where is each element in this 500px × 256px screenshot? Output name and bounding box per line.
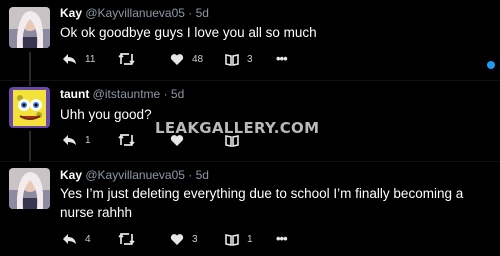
retweet-icon <box>118 232 135 246</box>
tweet-3[interactable]: Kay @Kayvillanueva05 · 5d Yes I’m just d… <box>0 162 500 256</box>
tweet-text: Yes I’m just deleting everything due to … <box>60 186 464 220</box>
thread-line <box>29 80 31 86</box>
timestamp[interactable]: 5d <box>171 87 184 101</box>
reply-button[interactable]: 11 <box>62 51 95 67</box>
heart-icon <box>170 53 184 66</box>
tweet-text: Ok ok goodbye guys I love you all so muc… <box>60 25 317 40</box>
more-dots-icon[interactable]: ••• <box>276 231 288 246</box>
tweet-header: taunt @itstauntme · 5d <box>60 87 184 101</box>
retweet-button[interactable] <box>118 231 143 247</box>
thread-line <box>29 52 31 80</box>
tweet-header: Kay @Kayvillanueva05 · 5d <box>60 168 209 182</box>
avatar-kay[interactable] <box>9 168 50 209</box>
like-count: 3 <box>192 233 198 245</box>
avatar-kay[interactable] <box>9 7 50 48</box>
like-button[interactable]: 3 <box>170 231 198 247</box>
thread-line <box>29 131 31 161</box>
retweet-button[interactable] <box>118 51 143 67</box>
reply-arrow-icon <box>62 134 77 146</box>
reply-button[interactable]: 1 <box>62 132 91 148</box>
avatar-spongebob[interactable] <box>9 87 50 128</box>
retweet-button[interactable] <box>118 132 143 148</box>
reply-count: 11 <box>85 53 96 65</box>
tweet-1[interactable]: Kay @Kayvillanueva05 · 5d Ok ok goodbye … <box>0 0 500 80</box>
watermark: LEAKGALLERY.COM <box>155 119 320 137</box>
retweet-icon <box>118 52 135 66</box>
bookmark-button[interactable]: 3 <box>225 51 253 67</box>
retweet-icon <box>118 133 135 147</box>
reply-count: 4 <box>85 233 91 245</box>
display-name[interactable]: taunt <box>60 87 89 101</box>
tweet-header: Kay @Kayvillanueva05 · 5d <box>60 6 209 20</box>
display-name[interactable]: Kay <box>60 6 82 20</box>
book-icon <box>225 233 239 246</box>
unread-indicator <box>487 61 495 69</box>
reply-arrow-icon <box>62 53 77 65</box>
separator: · <box>188 168 193 182</box>
reply-button[interactable]: 4 <box>62 231 91 247</box>
user-handle[interactable]: @Kayvillanueva05 <box>85 6 185 20</box>
display-name[interactable]: Kay <box>60 168 82 182</box>
reply-count: 1 <box>85 134 91 146</box>
heart-icon <box>170 233 184 246</box>
user-handle[interactable]: @Kayvillanueva05 <box>85 168 185 182</box>
user-handle[interactable]: @itstauntme <box>93 87 161 101</box>
timestamp[interactable]: 5d <box>196 6 209 20</box>
more-dots-icon[interactable]: ••• <box>276 51 288 66</box>
reply-arrow-icon <box>62 233 77 245</box>
bookmark-count: 1 <box>247 233 253 245</box>
book-icon <box>225 53 239 66</box>
like-count: 48 <box>192 53 204 65</box>
separator: · <box>188 6 193 20</box>
bookmark-count: 3 <box>247 53 253 65</box>
like-button[interactable]: 48 <box>170 51 203 67</box>
separator: · <box>163 87 168 101</box>
bookmark-button[interactable]: 1 <box>225 231 253 247</box>
timestamp[interactable]: 5d <box>196 168 209 182</box>
